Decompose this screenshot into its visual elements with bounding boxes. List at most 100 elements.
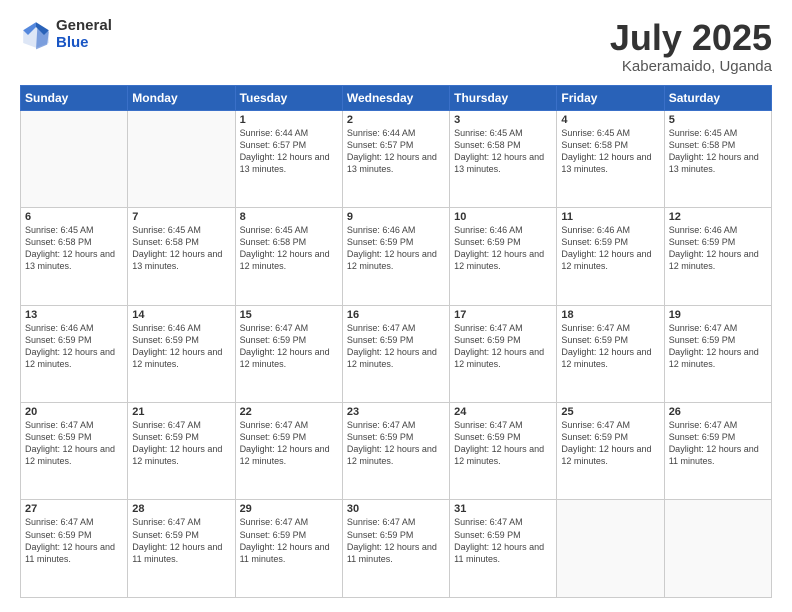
day-number: 20 bbox=[25, 406, 123, 418]
day-info: Sunrise: 6:47 AM Sunset: 6:59 PM Dayligh… bbox=[240, 322, 338, 371]
col-sunday: Sunday bbox=[21, 85, 128, 110]
day-info: Sunrise: 6:47 AM Sunset: 6:59 PM Dayligh… bbox=[669, 419, 767, 468]
day-cell: 4Sunrise: 6:45 AM Sunset: 6:58 PM Daylig… bbox=[557, 110, 664, 207]
day-info: Sunrise: 6:47 AM Sunset: 6:59 PM Dayligh… bbox=[25, 419, 123, 468]
day-info: Sunrise: 6:47 AM Sunset: 6:59 PM Dayligh… bbox=[561, 322, 659, 371]
day-info: Sunrise: 6:47 AM Sunset: 6:59 PM Dayligh… bbox=[132, 516, 230, 565]
day-number: 9 bbox=[347, 211, 445, 223]
day-cell: 2Sunrise: 6:44 AM Sunset: 6:57 PM Daylig… bbox=[342, 110, 449, 207]
logo-icon bbox=[20, 19, 52, 51]
logo-text: General Blue bbox=[56, 18, 112, 51]
day-cell: 7Sunrise: 6:45 AM Sunset: 6:58 PM Daylig… bbox=[128, 208, 235, 305]
day-number: 30 bbox=[347, 503, 445, 515]
day-info: Sunrise: 6:47 AM Sunset: 6:59 PM Dayligh… bbox=[561, 419, 659, 468]
day-number: 13 bbox=[25, 309, 123, 321]
day-cell bbox=[21, 110, 128, 207]
logo: General Blue bbox=[20, 18, 112, 51]
day-number: 17 bbox=[454, 309, 552, 321]
day-cell: 28Sunrise: 6:47 AM Sunset: 6:59 PM Dayli… bbox=[128, 500, 235, 598]
day-number: 2 bbox=[347, 114, 445, 126]
day-cell: 23Sunrise: 6:47 AM Sunset: 6:59 PM Dayli… bbox=[342, 403, 449, 500]
week-row-2: 6Sunrise: 6:45 AM Sunset: 6:58 PM Daylig… bbox=[21, 208, 772, 305]
day-cell: 9Sunrise: 6:46 AM Sunset: 6:59 PM Daylig… bbox=[342, 208, 449, 305]
header-row: Sunday Monday Tuesday Wednesday Thursday… bbox=[21, 85, 772, 110]
day-info: Sunrise: 6:45 AM Sunset: 6:58 PM Dayligh… bbox=[240, 224, 338, 273]
day-number: 27 bbox=[25, 503, 123, 515]
day-cell: 1Sunrise: 6:44 AM Sunset: 6:57 PM Daylig… bbox=[235, 110, 342, 207]
day-info: Sunrise: 6:47 AM Sunset: 6:59 PM Dayligh… bbox=[347, 516, 445, 565]
day-cell: 21Sunrise: 6:47 AM Sunset: 6:59 PM Dayli… bbox=[128, 403, 235, 500]
day-cell: 25Sunrise: 6:47 AM Sunset: 6:59 PM Dayli… bbox=[557, 403, 664, 500]
day-info: Sunrise: 6:47 AM Sunset: 6:59 PM Dayligh… bbox=[240, 419, 338, 468]
title-block: July 2025 Kaberamaido, Uganda bbox=[610, 18, 772, 75]
day-number: 4 bbox=[561, 114, 659, 126]
col-monday: Monday bbox=[128, 85, 235, 110]
day-cell: 22Sunrise: 6:47 AM Sunset: 6:59 PM Dayli… bbox=[235, 403, 342, 500]
day-cell: 29Sunrise: 6:47 AM Sunset: 6:59 PM Dayli… bbox=[235, 500, 342, 598]
day-number: 18 bbox=[561, 309, 659, 321]
col-tuesday: Tuesday bbox=[235, 85, 342, 110]
day-cell: 14Sunrise: 6:46 AM Sunset: 6:59 PM Dayli… bbox=[128, 305, 235, 402]
day-number: 15 bbox=[240, 309, 338, 321]
day-number: 1 bbox=[240, 114, 338, 126]
day-cell: 24Sunrise: 6:47 AM Sunset: 6:59 PM Dayli… bbox=[450, 403, 557, 500]
col-thursday: Thursday bbox=[450, 85, 557, 110]
day-cell: 10Sunrise: 6:46 AM Sunset: 6:59 PM Dayli… bbox=[450, 208, 557, 305]
day-info: Sunrise: 6:45 AM Sunset: 6:58 PM Dayligh… bbox=[454, 127, 552, 176]
header: General Blue July 2025 Kaberamaido, Ugan… bbox=[20, 18, 772, 75]
day-info: Sunrise: 6:46 AM Sunset: 6:59 PM Dayligh… bbox=[454, 224, 552, 273]
day-number: 7 bbox=[132, 211, 230, 223]
day-info: Sunrise: 6:45 AM Sunset: 6:58 PM Dayligh… bbox=[25, 224, 123, 273]
day-info: Sunrise: 6:47 AM Sunset: 6:59 PM Dayligh… bbox=[454, 419, 552, 468]
day-info: Sunrise: 6:47 AM Sunset: 6:59 PM Dayligh… bbox=[132, 419, 230, 468]
day-cell: 27Sunrise: 6:47 AM Sunset: 6:59 PM Dayli… bbox=[21, 500, 128, 598]
day-cell: 15Sunrise: 6:47 AM Sunset: 6:59 PM Dayli… bbox=[235, 305, 342, 402]
day-cell: 5Sunrise: 6:45 AM Sunset: 6:58 PM Daylig… bbox=[664, 110, 771, 207]
day-info: Sunrise: 6:45 AM Sunset: 6:58 PM Dayligh… bbox=[561, 127, 659, 176]
col-saturday: Saturday bbox=[664, 85, 771, 110]
week-row-1: 1Sunrise: 6:44 AM Sunset: 6:57 PM Daylig… bbox=[21, 110, 772, 207]
day-number: 16 bbox=[347, 309, 445, 321]
day-number: 25 bbox=[561, 406, 659, 418]
day-info: Sunrise: 6:47 AM Sunset: 6:59 PM Dayligh… bbox=[347, 419, 445, 468]
day-cell: 11Sunrise: 6:46 AM Sunset: 6:59 PM Dayli… bbox=[557, 208, 664, 305]
day-number: 14 bbox=[132, 309, 230, 321]
day-info: Sunrise: 6:47 AM Sunset: 6:59 PM Dayligh… bbox=[25, 516, 123, 565]
day-number: 6 bbox=[25, 211, 123, 223]
day-number: 22 bbox=[240, 406, 338, 418]
day-number: 24 bbox=[454, 406, 552, 418]
day-info: Sunrise: 6:46 AM Sunset: 6:59 PM Dayligh… bbox=[669, 224, 767, 273]
month-year-title: July 2025 bbox=[610, 18, 772, 58]
day-info: Sunrise: 6:47 AM Sunset: 6:59 PM Dayligh… bbox=[454, 516, 552, 565]
day-cell bbox=[557, 500, 664, 598]
day-cell bbox=[664, 500, 771, 598]
day-number: 12 bbox=[669, 211, 767, 223]
col-wednesday: Wednesday bbox=[342, 85, 449, 110]
day-cell: 6Sunrise: 6:45 AM Sunset: 6:58 PM Daylig… bbox=[21, 208, 128, 305]
day-info: Sunrise: 6:45 AM Sunset: 6:58 PM Dayligh… bbox=[132, 224, 230, 273]
day-number: 3 bbox=[454, 114, 552, 126]
day-number: 11 bbox=[561, 211, 659, 223]
logo-blue: Blue bbox=[56, 35, 112, 52]
day-number: 26 bbox=[669, 406, 767, 418]
day-number: 19 bbox=[669, 309, 767, 321]
day-cell: 26Sunrise: 6:47 AM Sunset: 6:59 PM Dayli… bbox=[664, 403, 771, 500]
page: General Blue July 2025 Kaberamaido, Ugan… bbox=[0, 0, 792, 612]
day-number: 23 bbox=[347, 406, 445, 418]
day-number: 10 bbox=[454, 211, 552, 223]
day-cell: 31Sunrise: 6:47 AM Sunset: 6:59 PM Dayli… bbox=[450, 500, 557, 598]
day-info: Sunrise: 6:47 AM Sunset: 6:59 PM Dayligh… bbox=[347, 322, 445, 371]
day-number: 29 bbox=[240, 503, 338, 515]
day-cell: 17Sunrise: 6:47 AM Sunset: 6:59 PM Dayli… bbox=[450, 305, 557, 402]
day-info: Sunrise: 6:46 AM Sunset: 6:59 PM Dayligh… bbox=[25, 322, 123, 371]
day-number: 28 bbox=[132, 503, 230, 515]
day-info: Sunrise: 6:46 AM Sunset: 6:59 PM Dayligh… bbox=[132, 322, 230, 371]
day-cell: 19Sunrise: 6:47 AM Sunset: 6:59 PM Dayli… bbox=[664, 305, 771, 402]
day-cell: 12Sunrise: 6:46 AM Sunset: 6:59 PM Dayli… bbox=[664, 208, 771, 305]
day-cell: 18Sunrise: 6:47 AM Sunset: 6:59 PM Dayli… bbox=[557, 305, 664, 402]
day-number: 31 bbox=[454, 503, 552, 515]
day-number: 21 bbox=[132, 406, 230, 418]
location-label: Kaberamaido, Uganda bbox=[610, 58, 772, 75]
day-info: Sunrise: 6:47 AM Sunset: 6:59 PM Dayligh… bbox=[240, 516, 338, 565]
day-info: Sunrise: 6:47 AM Sunset: 6:59 PM Dayligh… bbox=[454, 322, 552, 371]
